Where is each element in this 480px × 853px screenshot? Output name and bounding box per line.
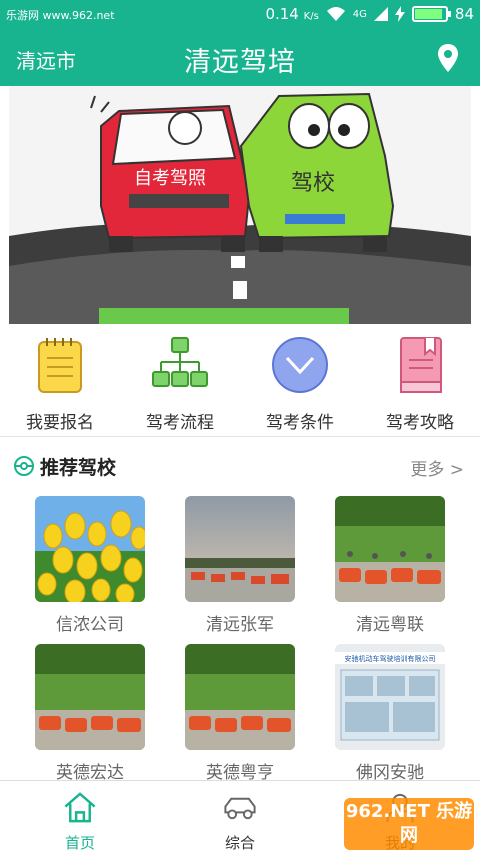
- page-title: 清远驾培: [184, 47, 296, 78]
- quick-menu: 我要报名 驾考流程 驾考条件 驾考攻略: [0, 328, 480, 436]
- school-card[interactable]: 安驰机动车驾驶培训有限公司 佛冈安驰: [335, 644, 445, 783]
- quick-guide[interactable]: 驾考攻略: [360, 328, 480, 436]
- quick-signup[interactable]: 我要报名: [0, 328, 120, 436]
- location-pin-icon[interactable]: [436, 43, 460, 73]
- school-photo-training-cars: [35, 644, 145, 750]
- notice-board-caption: 安驰机动车驾驶培训有限公司: [345, 654, 436, 663]
- recommend-header: 推荐驾校 更多 >: [0, 444, 480, 488]
- cellular-signal-icon: [373, 7, 388, 21]
- school-photo-tulips: [35, 496, 148, 605]
- tab-general[interactable]: 综合: [160, 781, 320, 853]
- flowchart-icon: [152, 337, 208, 387]
- quick-guide-label: 驾考攻略: [386, 413, 454, 433]
- battery-level: 84: [454, 5, 474, 23]
- promo-banner[interactable]: 自考驾照 驾校: [9, 86, 471, 324]
- network-speed: 0.14 K/s: [265, 5, 319, 23]
- banner-illustration: 自考驾照 驾校: [9, 86, 471, 324]
- tab-home-label: 首页: [64, 834, 95, 852]
- tab-general-label: 综合: [224, 834, 255, 852]
- banner-car-left-text: 自考驾照: [134, 168, 206, 189]
- battery-icon: [411, 6, 451, 22]
- school-name: 信浓公司: [56, 615, 124, 635]
- quick-conditions-label: 驾考条件: [266, 413, 334, 433]
- school-name: 清远粤联: [356, 615, 424, 635]
- school-card[interactable]: 英德宏达: [35, 644, 145, 783]
- notepad-icon: [38, 338, 82, 393]
- quick-process-label: 驾考流程: [146, 413, 214, 433]
- school-card[interactable]: 清远粤联: [335, 496, 445, 635]
- school-card[interactable]: 英德粤亨: [185, 644, 295, 783]
- school-name: 清远张军: [206, 615, 274, 635]
- school-photo-parking-lot: [185, 496, 295, 602]
- network-type: 4G: [352, 8, 367, 20]
- section-divider: [0, 436, 480, 437]
- school-card[interactable]: 信浓公司: [35, 496, 148, 635]
- school-photo-training-cars: [335, 496, 445, 602]
- quick-conditions[interactable]: 驾考条件: [240, 328, 360, 436]
- wifi-icon: [326, 7, 345, 21]
- steering-wheel-icon: [14, 456, 34, 476]
- recommend-title: 推荐驾校: [40, 457, 117, 479]
- school-photo-notice-board: 安驰机动车驾驶培训有限公司: [335, 644, 445, 750]
- tab-home[interactable]: 首页: [0, 781, 160, 853]
- chevron-circle-icon: [272, 337, 328, 393]
- guidebook-icon: [400, 337, 442, 393]
- status-bar: 乐游网 www.962.net 0.14 K/s 4G 84: [0, 0, 480, 30]
- more-link[interactable]: 更多 >: [410, 455, 464, 480]
- charging-icon: [394, 6, 405, 22]
- home-icon: [64, 792, 96, 823]
- banner-car-right-text: 驾校: [291, 171, 335, 196]
- app-header: 清远市 清远驾培: [0, 30, 480, 86]
- school-photo-training-cars: [185, 644, 295, 750]
- quick-signup-label: 我要报名: [26, 413, 94, 433]
- watermark-logo: 962.NET 乐游网: [344, 798, 474, 850]
- school-card[interactable]: 清远张军: [185, 496, 295, 635]
- quick-process[interactable]: 驾考流程: [120, 328, 240, 436]
- car-icon: [224, 797, 256, 820]
- status-watermark: 乐游网 www.962.net: [6, 9, 115, 22]
